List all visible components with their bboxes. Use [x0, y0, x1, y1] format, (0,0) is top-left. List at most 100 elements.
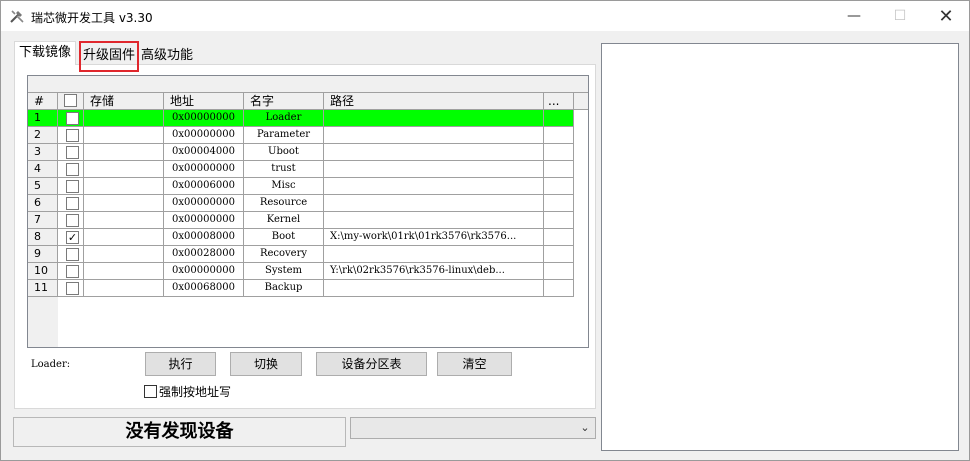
row-checkbox-cell[interactable]: [58, 263, 84, 280]
row-checkbox-cell[interactable]: [58, 195, 84, 212]
row-path[interactable]: [324, 280, 544, 297]
header-more[interactable]: ...: [544, 93, 574, 110]
row-path[interactable]: [324, 246, 544, 263]
row-extra[interactable]: [544, 195, 574, 212]
minimize-button[interactable]: —: [831, 1, 877, 31]
row-path[interactable]: [324, 127, 544, 144]
table-row[interactable]: 4 0x00000000 trust: [28, 161, 574, 178]
row-checkbox-cell[interactable]: [58, 127, 84, 144]
row-checkbox[interactable]: ✓: [66, 231, 79, 244]
row-number[interactable]: 11: [28, 280, 58, 297]
row-checkbox[interactable]: [66, 282, 79, 295]
row-checkbox-cell[interactable]: [58, 144, 84, 161]
header-path[interactable]: 路径: [324, 93, 544, 110]
table-row[interactable]: 3 0x00004000 Uboot: [28, 144, 574, 161]
row-extra[interactable]: [544, 178, 574, 195]
row-address[interactable]: 0x00008000: [164, 229, 244, 246]
row-checkbox-cell[interactable]: [58, 246, 84, 263]
row-path[interactable]: [324, 144, 544, 161]
row-number[interactable]: 4: [28, 161, 58, 178]
row-name[interactable]: Resource: [244, 195, 324, 212]
row-extra[interactable]: [544, 212, 574, 229]
row-storage[interactable]: [84, 127, 164, 144]
row-extra[interactable]: [544, 161, 574, 178]
row-number[interactable]: 6: [28, 195, 58, 212]
header-storage[interactable]: 存储: [84, 93, 164, 110]
row-storage[interactable]: [84, 144, 164, 161]
row-checkbox-cell[interactable]: [58, 178, 84, 195]
row-number[interactable]: 7: [28, 212, 58, 229]
table-row[interactable]: 6 0x00000000 Resource: [28, 195, 574, 212]
row-path[interactable]: [324, 195, 544, 212]
row-name[interactable]: Recovery: [244, 246, 324, 263]
row-address[interactable]: 0x00028000: [164, 246, 244, 263]
row-checkbox[interactable]: [66, 214, 79, 227]
row-name[interactable]: Kernel: [244, 212, 324, 229]
row-name[interactable]: Boot: [244, 229, 324, 246]
row-address[interactable]: 0x00000000: [164, 110, 244, 127]
table-row[interactable]: 8 ✓ 0x00008000 Boot X:\my-work\01rk\01rk3576…: [28, 229, 574, 246]
clear-button[interactable]: 清空: [437, 352, 512, 376]
row-number[interactable]: 5: [28, 178, 58, 195]
row-path[interactable]: Y:\rk\02rk3576\rk3576-linux\deb...: [324, 263, 544, 280]
row-checkbox[interactable]: [66, 146, 79, 159]
row-storage[interactable]: [84, 280, 164, 297]
tab-upgrade-firmware[interactable]: 升级固件: [79, 41, 140, 72]
row-name[interactable]: Misc: [244, 178, 324, 195]
row-storage[interactable]: [84, 212, 164, 229]
row-name[interactable]: Loader: [244, 110, 324, 127]
header-name[interactable]: 名字: [244, 93, 324, 110]
row-checkbox-cell[interactable]: [58, 212, 84, 229]
row-storage[interactable]: [84, 263, 164, 280]
row-number[interactable]: 3: [28, 144, 58, 161]
row-checkbox[interactable]: [66, 180, 79, 193]
row-name[interactable]: System: [244, 263, 324, 280]
row-checkbox[interactable]: [66, 112, 79, 125]
row-checkbox[interactable]: [66, 163, 79, 176]
row-storage[interactable]: [84, 110, 164, 127]
row-checkbox[interactable]: [66, 248, 79, 261]
table-row[interactable]: 9 0x00028000 Recovery: [28, 246, 574, 263]
row-checkbox-cell[interactable]: [58, 110, 84, 127]
row-checkbox[interactable]: [66, 129, 79, 142]
execute-button[interactable]: 执行: [145, 352, 216, 376]
row-path[interactable]: X:\my-work\01rk\01rk3576\rk3576...: [324, 229, 544, 246]
row-path[interactable]: [324, 110, 544, 127]
row-extra[interactable]: [544, 127, 574, 144]
title-bar[interactable]: 瑞芯微开发工具 v3.30 — ☐ ✕: [1, 1, 969, 31]
row-extra[interactable]: [544, 280, 574, 297]
row-name[interactable]: Backup: [244, 280, 324, 297]
table-row[interactable]: 11 0x00068000 Backup: [28, 280, 574, 297]
force-write-box[interactable]: [144, 384, 157, 398]
row-number[interactable]: 9: [28, 246, 58, 263]
row-number[interactable]: 10: [28, 263, 58, 280]
row-address[interactable]: 0x00006000: [164, 178, 244, 195]
device-combo[interactable]: ⌄: [350, 417, 596, 439]
row-storage[interactable]: [84, 195, 164, 212]
row-checkbox[interactable]: [66, 265, 79, 278]
row-checkbox-cell[interactable]: [58, 161, 84, 178]
row-extra[interactable]: [544, 246, 574, 263]
row-address[interactable]: 0x00068000: [164, 280, 244, 297]
row-path[interactable]: [324, 178, 544, 195]
row-extra[interactable]: [544, 263, 574, 280]
row-number[interactable]: 8: [28, 229, 58, 246]
tab-advanced-functions[interactable]: 高级功能: [137, 45, 197, 67]
row-name[interactable]: Uboot: [244, 144, 324, 161]
row-number[interactable]: 1: [28, 110, 58, 127]
row-name[interactable]: Parameter: [244, 127, 324, 144]
table-row[interactable]: 1 0x00000000 Loader: [28, 110, 574, 127]
row-storage[interactable]: [84, 246, 164, 263]
table-row[interactable]: 10 0x00000000 System Y:\rk\02rk3576\rk3576-…: [28, 263, 574, 280]
table-row[interactable]: 2 0x00000000 Parameter: [28, 127, 574, 144]
row-address[interactable]: 0x00000000: [164, 161, 244, 178]
row-name[interactable]: trust: [244, 161, 324, 178]
switch-button[interactable]: 切换: [230, 352, 302, 376]
table-row[interactable]: 5 0x00006000 Misc: [28, 178, 574, 195]
row-address[interactable]: 0x00004000: [164, 144, 244, 161]
row-address[interactable]: 0x00000000: [164, 212, 244, 229]
row-address[interactable]: 0x00000000: [164, 195, 244, 212]
force-write-by-address-checkbox[interactable]: 强制按地址写: [144, 383, 231, 399]
row-extra[interactable]: [544, 110, 574, 127]
maximize-button[interactable]: ☐: [877, 1, 923, 31]
